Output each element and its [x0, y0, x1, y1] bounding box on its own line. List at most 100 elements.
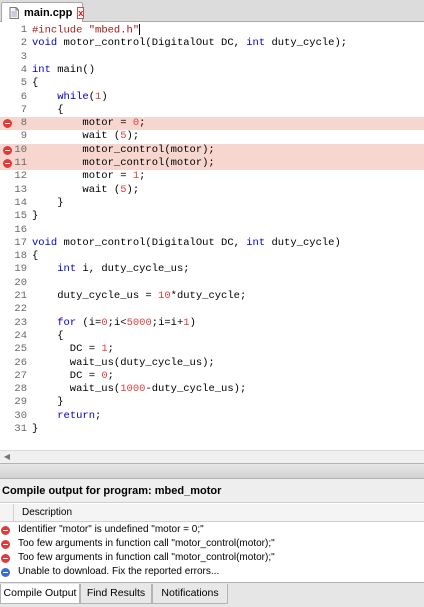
code-text[interactable]: } [32, 210, 38, 223]
code-line[interactable]: 14 } [0, 197, 424, 210]
code-text[interactable]: return; [32, 410, 101, 423]
line-number: 22 [14, 303, 27, 316]
line-number: 30 [14, 409, 27, 422]
code-text[interactable]: for (i=0;i<5000;i=i+1) [32, 317, 196, 330]
code-line[interactable]: 26 wait_us(duty_cycle_us); [0, 357, 424, 370]
line-number: 15 [14, 210, 27, 223]
code-text[interactable]: void motor_control(DigitalOut DC, int du… [32, 237, 341, 250]
line-number: 19 [14, 263, 27, 276]
code-line[interactable]: 31} [0, 423, 424, 436]
code-text[interactable]: #include "mbed.h" [32, 24, 141, 38]
code-text[interactable]: DC = 1; [32, 343, 114, 356]
code-line[interactable]: 7 { [0, 104, 424, 117]
line-number: 3 [20, 50, 27, 63]
code-text[interactable]: { [32, 330, 63, 343]
compile-message[interactable]: Unable to download. Fix the reported err… [0, 564, 424, 580]
output-column-header: Description [0, 504, 424, 522]
code-text[interactable]: wait (5); [32, 184, 139, 197]
code-text[interactable]: duty_cycle_us = 10*duty_cycle; [32, 290, 246, 303]
panel-splitter[interactable] [0, 463, 424, 479]
code-text[interactable]: motor = 0; [32, 117, 145, 130]
code-line[interactable]: 9 wait (5); [0, 130, 424, 143]
code-line[interactable]: 5{ [0, 77, 424, 90]
code-line[interactable]: 4 int main() [0, 64, 424, 77]
code-line[interactable]: 15} [0, 210, 424, 223]
line-number: 7 [20, 103, 27, 116]
code-line[interactable]: 2 void motor_control(DigitalOut DC, int d… [0, 37, 424, 50]
tab-main-cpp[interactable]: main.cpp x [1, 2, 85, 22]
code-line[interactable]: 13 wait (5); [0, 184, 424, 197]
error-icon [1, 526, 10, 535]
code-text[interactable]: } [32, 423, 38, 436]
code-line[interactable]: 21 duty_cycle_us = 10*duty_cycle; [0, 290, 424, 303]
scroll-left-icon[interactable]: ◀ [2, 452, 12, 462]
code-line[interactable]: 11 motor_control(motor); [0, 157, 424, 171]
code-line[interactable]: 25 DC = 1; [0, 343, 424, 356]
code-text[interactable]: wait_us(duty_cycle_us); [32, 357, 215, 370]
code-line[interactable]: 1 #include "mbed.h" [0, 24, 424, 37]
code-text[interactable]: { [32, 77, 38, 90]
code-text[interactable]: motor_control(motor); [32, 157, 214, 170]
code-text[interactable]: motor = 1; [32, 170, 145, 183]
line-number: 26 [14, 356, 27, 369]
line-number: 11 [14, 157, 27, 169]
line-number: 9 [20, 130, 27, 143]
code-text[interactable]: wait_us(1000-duty_cycle_us); [32, 383, 246, 396]
icon-column-header[interactable] [0, 504, 14, 522]
code-line[interactable]: 19 int i, duty_cycle_us; [0, 263, 424, 276]
error-icon [1, 540, 10, 549]
code-line[interactable]: 8 motor = 0; [0, 117, 424, 131]
code-line[interactable]: 22 [0, 303, 424, 316]
close-tab-button[interactable]: x [77, 6, 85, 19]
line-number: 31 [14, 423, 27, 435]
code-text[interactable]: int main() [32, 64, 95, 77]
line-number: 12 [14, 170, 27, 183]
tab-find-results[interactable]: Find Results [80, 584, 152, 604]
tab-title: main.cpp [24, 6, 73, 19]
line-number: 6 [20, 90, 27, 103]
code-line[interactable]: 24 { [0, 330, 424, 343]
line-number: 21 [14, 290, 27, 302]
code-line[interactable]: 30 return; [0, 410, 424, 423]
code-text[interactable]: void motor_control(DigitalOut DC, int du… [32, 37, 347, 50]
code-line[interactable]: 20 [0, 277, 424, 290]
code-line[interactable]: 6 while(1) [0, 91, 424, 104]
line-number: 14 [14, 196, 27, 209]
code-text[interactable]: while(1) [32, 91, 107, 104]
code-text[interactable]: motor_control(motor); [32, 144, 214, 157]
editor-horizontal-scrollbar[interactable]: ◀ [0, 450, 424, 463]
line-number: 8 [20, 117, 27, 130]
info-icon [1, 568, 10, 577]
code-text[interactable]: int i, duty_cycle_us; [32, 263, 189, 276]
code-text[interactable]: { [32, 104, 63, 117]
line-number: 16 [14, 223, 27, 236]
code-line[interactable]: 28 wait_us(1000-duty_cycle_us); [0, 383, 424, 396]
line-number: 25 [14, 343, 27, 356]
code-line[interactable]: 27 DC = 0; [0, 370, 424, 383]
code-text[interactable]: { [32, 250, 38, 263]
code-text[interactable]: } [32, 396, 63, 409]
code-editor[interactable]: 1 #include "mbed.h" 2 void motor_control(Di… [0, 22, 424, 450]
code-text[interactable]: wait (5); [32, 130, 139, 143]
code-line[interactable]: 29 } [0, 396, 424, 409]
code-line[interactable]: 12 motor = 1; [0, 170, 424, 183]
description-column-header[interactable]: Description [22, 504, 72, 522]
code-line[interactable]: 23 for (i=0;i<5000;i=i+1) [0, 317, 424, 330]
code-text[interactable]: } [32, 197, 63, 210]
tab-compile-output[interactable]: Compile Output [0, 584, 80, 604]
tab-notifications[interactable]: Notifications [152, 584, 228, 604]
code-line[interactable]: 18 { [0, 250, 424, 263]
compile-message-text: Unable to download. Fix the reported err… [18, 566, 220, 577]
code-line[interactable]: 16 [0, 224, 424, 237]
line-number: 27 [14, 369, 27, 382]
code-line[interactable]: 3 [0, 51, 424, 64]
line-number: 4 [20, 63, 27, 76]
line-number: 20 [14, 276, 27, 289]
code-line[interactable]: 10 motor_control(motor); [0, 143, 424, 157]
line-number: 2 [20, 37, 27, 50]
line-number: 13 [14, 183, 27, 196]
code-text[interactable]: DC = 0; [32, 370, 114, 383]
code-line[interactable]: 17 void motor_control(DigitalOut DC, int … [0, 237, 424, 250]
compile-message-list: Identifier "motor" is undefined "motor =… [0, 522, 424, 582]
line-number: 5 [20, 77, 27, 90]
